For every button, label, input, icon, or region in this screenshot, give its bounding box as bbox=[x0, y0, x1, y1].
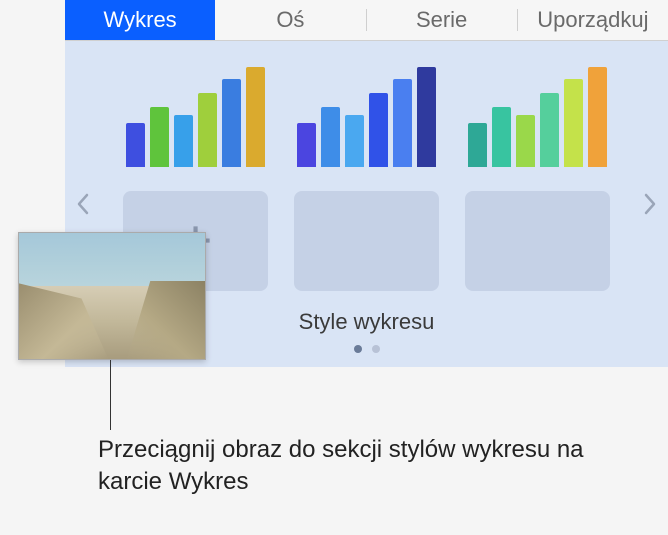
callout-text: Przeciągnij obraz do sekcji stylów wykre… bbox=[98, 434, 618, 499]
empty-chart-style-slot-3[interactable] bbox=[465, 191, 610, 291]
tab-series[interactable]: Serie bbox=[367, 0, 517, 40]
chart-styles-row bbox=[65, 63, 668, 173]
bar-icon bbox=[198, 93, 217, 167]
bar-icon bbox=[369, 93, 388, 167]
empty-chart-style-slot-2[interactable] bbox=[294, 191, 439, 291]
bar-icon bbox=[468, 123, 487, 167]
callout-line bbox=[110, 360, 111, 430]
bar-icon bbox=[588, 67, 607, 167]
bar-icon bbox=[126, 123, 145, 167]
bar-icon bbox=[393, 79, 412, 167]
bar-icon bbox=[150, 107, 169, 167]
dragged-image-thumbnail[interactable] bbox=[18, 232, 206, 360]
bar-icon bbox=[417, 67, 436, 167]
bar-icon bbox=[492, 107, 511, 167]
tab-bar: Wykres Oś Serie Uporządkuj bbox=[65, 0, 668, 41]
tab-arrange[interactable]: Uporządkuj bbox=[518, 0, 668, 40]
chevron-right-icon[interactable] bbox=[640, 189, 660, 219]
bar-icon bbox=[345, 115, 364, 167]
chart-style-thumb-1[interactable] bbox=[123, 63, 268, 173]
bar-icon bbox=[297, 123, 316, 167]
bar-icon bbox=[564, 79, 583, 167]
page-dot-2[interactable] bbox=[372, 345, 380, 353]
bar-icon bbox=[174, 115, 193, 167]
tab-axis[interactable]: Oś bbox=[215, 0, 365, 40]
bar-icon bbox=[516, 115, 535, 167]
chevron-left-icon[interactable] bbox=[73, 189, 93, 219]
bar-icon bbox=[540, 93, 559, 167]
bar-icon bbox=[246, 67, 265, 167]
chart-style-thumb-3[interactable] bbox=[465, 63, 610, 173]
chart-style-thumb-2[interactable] bbox=[294, 63, 439, 173]
page-dot-1[interactable] bbox=[354, 345, 362, 353]
bar-icon bbox=[321, 107, 340, 167]
tab-chart[interactable]: Wykres bbox=[65, 0, 215, 40]
bar-icon bbox=[222, 79, 241, 167]
